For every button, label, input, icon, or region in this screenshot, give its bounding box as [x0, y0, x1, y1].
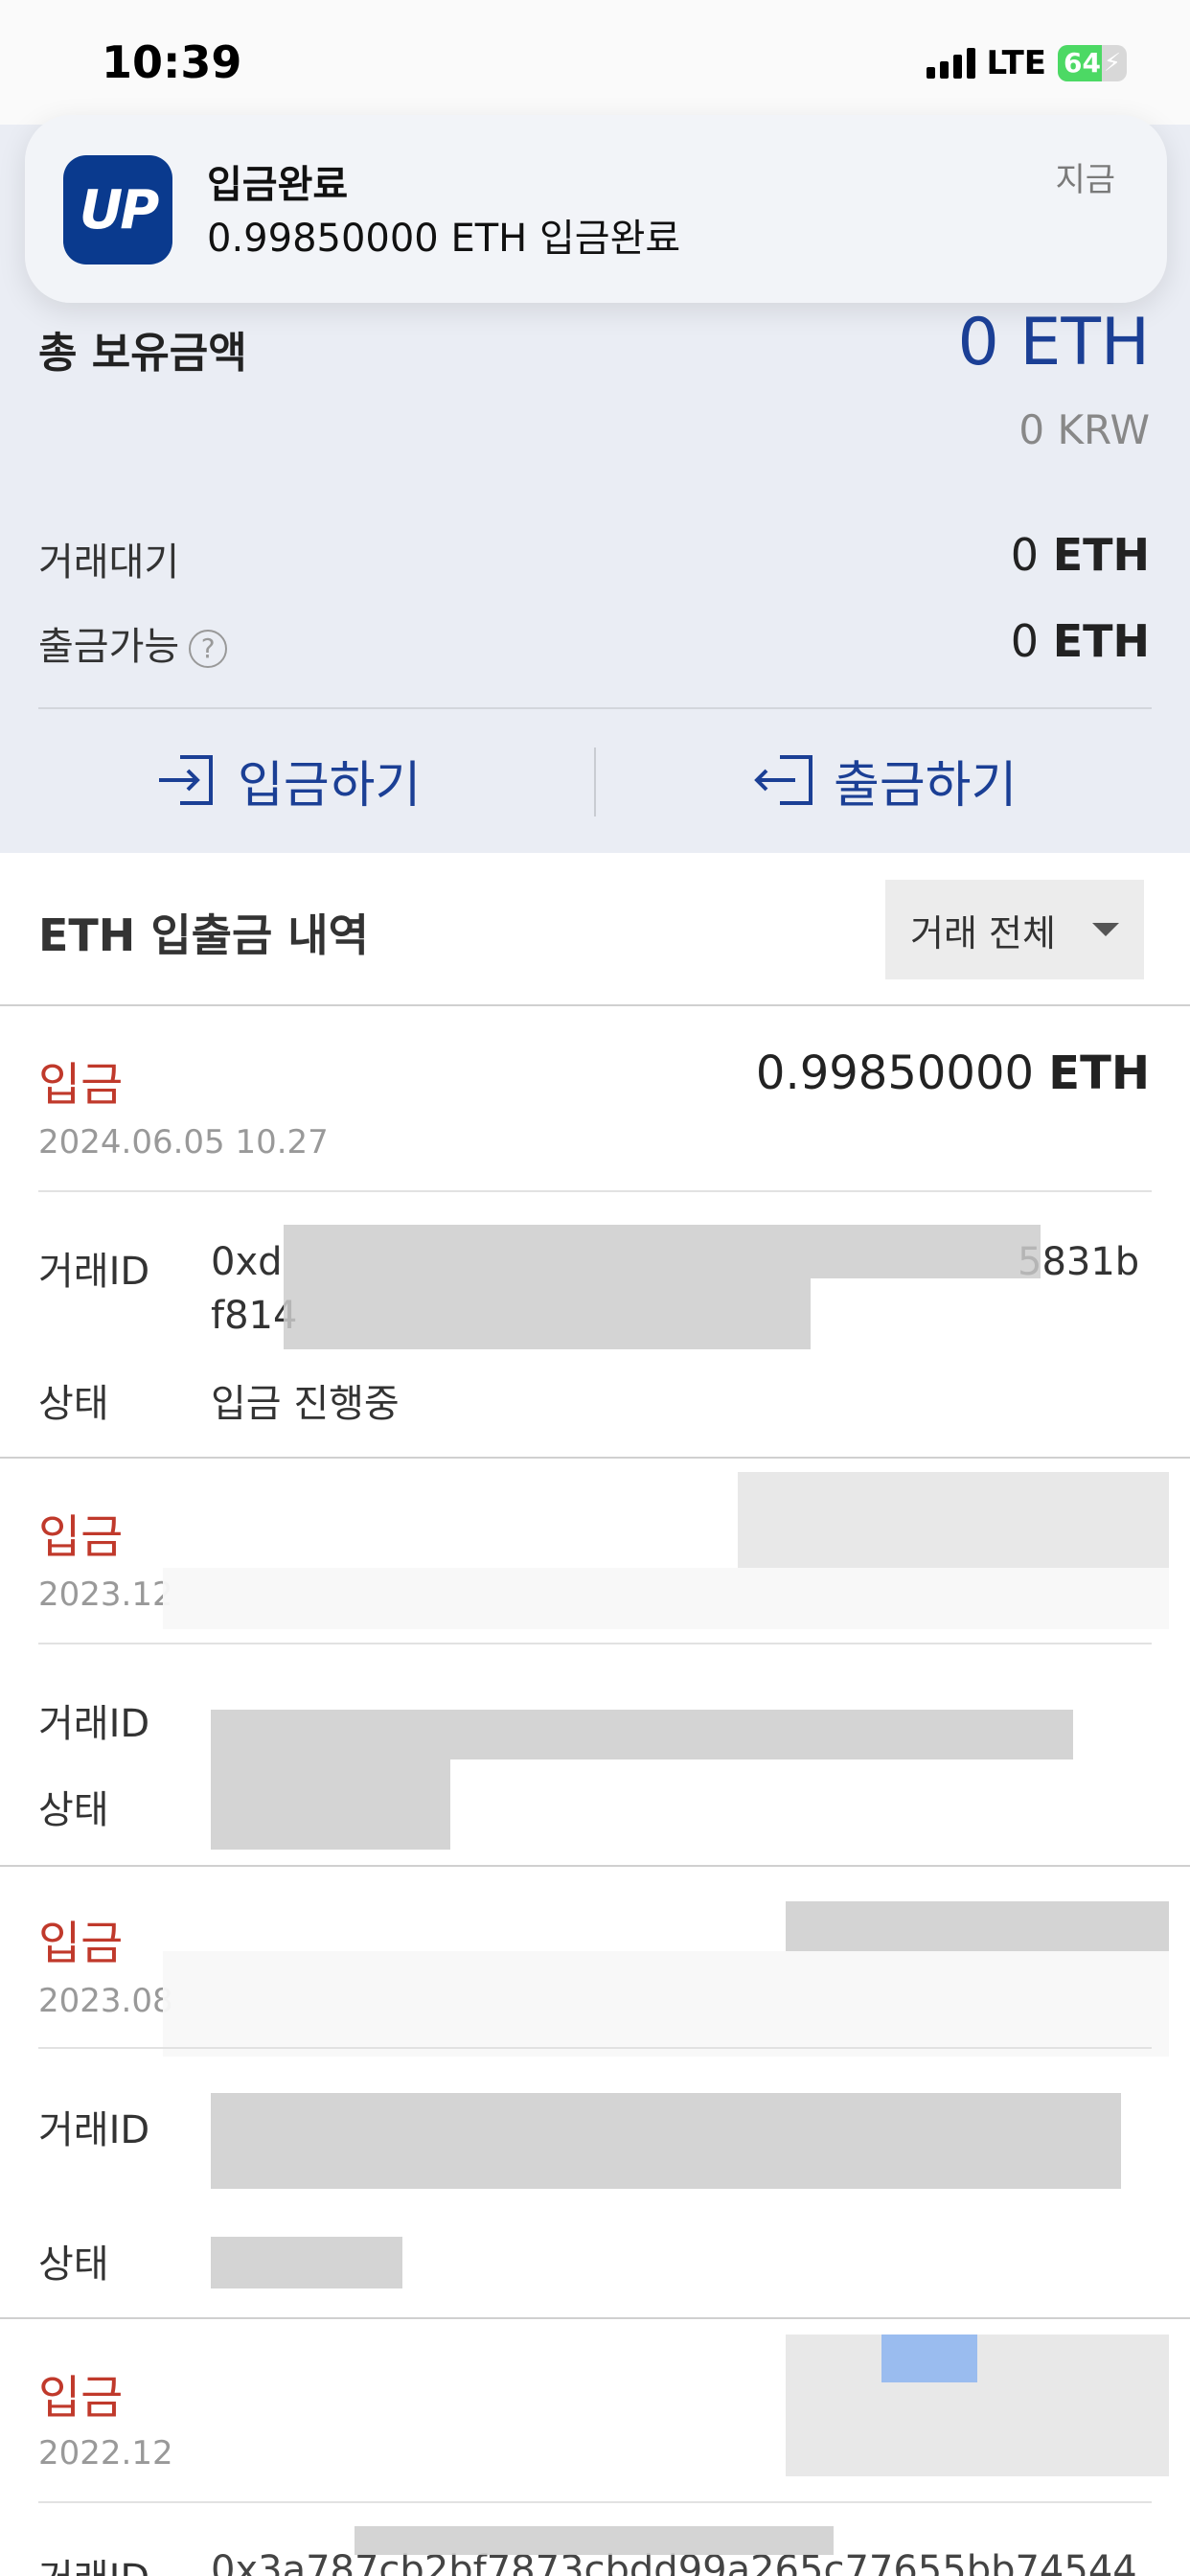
deposit-button[interactable]: 입금하기 — [155, 738, 421, 822]
upbit-app-icon: UP — [63, 155, 172, 264]
network-label: LTE — [986, 44, 1046, 82]
filter-label: 거래 전체 — [910, 911, 1056, 954]
list-item-divider — [0, 1865, 1190, 1867]
help-icon[interactable]: ? — [189, 630, 228, 668]
battery-percent: 64 — [1064, 47, 1101, 79]
tx-status-label: 상태 — [38, 2242, 109, 2287]
notification-banner[interactable]: UP 입금완료 0.99850000 ETH 입금완료 지금 — [25, 115, 1167, 303]
withdraw-button[interactable]: 출금하기 — [751, 738, 1017, 822]
summary-divider — [38, 707, 1152, 709]
redaction — [163, 1951, 1169, 2057]
tx-type: 입금 — [38, 1058, 124, 1112]
withdraw-label: 출금하기 — [834, 756, 1018, 815]
list-item-divider — [0, 1457, 1190, 1459]
status-bar: 10:39 LTE 64 ⚡ — [0, 0, 1190, 125]
history-header-divider — [0, 1004, 1190, 1006]
redaction — [211, 1710, 1073, 1760]
status-indicators: LTE 64 ⚡ — [926, 44, 1127, 82]
redaction — [284, 1278, 811, 1349]
withdrawable-value: 0 ETH — [1010, 615, 1150, 667]
tx-type: 입금 — [38, 1917, 124, 1970]
redaction — [786, 1901, 1169, 1951]
redaction — [284, 1225, 1041, 1278]
app-icon-text: UP — [79, 178, 159, 242]
tx-type: 입금 — [38, 2371, 124, 2425]
deposit-label: 입금하기 — [238, 756, 422, 815]
tx-date: 2024.06.05 10.27 — [38, 1123, 329, 1162]
withdraw-icon — [754, 755, 812, 805]
tx-date: 2023.08 — [38, 1982, 173, 2020]
history-title: ETH 입출금 내역 — [38, 909, 369, 961]
redaction — [211, 2237, 402, 2288]
signal-icon — [926, 48, 975, 79]
notification-time: 지금 — [1055, 161, 1115, 199]
tx-type: 입금 — [38, 1510, 124, 1564]
redaction — [211, 1760, 450, 1850]
list-item-divider — [0, 2317, 1190, 2319]
total-holdings-krw: 0 KRW — [1018, 406, 1150, 453]
tx-id-label: 거래ID — [38, 2547, 149, 2576]
redaction — [738, 1472, 1169, 1568]
tx-date: 2022.12 — [38, 2434, 173, 2472]
redaction — [163, 1568, 1169, 1629]
tx-id-label: 거래ID — [38, 2108, 150, 2152]
charging-bolt-icon: ⚡ — [1103, 49, 1121, 78]
withdrawable-row: 출금가능? — [38, 615, 228, 671]
tx-id-label: 거래ID — [38, 1250, 150, 1294]
pending-value: 0 ETH — [1010, 529, 1150, 581]
withdrawable-label: 출금가능 — [38, 625, 180, 669]
redaction — [881, 2334, 977, 2382]
tx-id-prefix[interactable]: 0xd — [211, 1240, 283, 1284]
deposit-icon — [159, 755, 213, 805]
tx-amount: 0.99850000 ETH — [755, 1046, 1150, 1100]
tx-id-label: 거래ID — [38, 1702, 150, 1746]
total-holdings-label: 총 보유금액 — [38, 329, 247, 378]
tx-divider — [38, 2047, 1152, 2049]
battery-icon: 64 ⚡ — [1058, 45, 1127, 81]
tx-status: 입금 진행중 — [211, 1382, 400, 1426]
redaction — [355, 2526, 834, 2555]
pending-label: 거래대기 — [38, 540, 180, 585]
tx-divider — [38, 1643, 1152, 1644]
tx-status-label: 상태 — [38, 1382, 109, 1426]
total-holdings-eth: 0 ETH — [957, 305, 1150, 380]
chevron-down-icon — [1092, 923, 1119, 936]
status-time: 10:39 — [102, 36, 242, 88]
tx-divider — [38, 2501, 1152, 2503]
redaction — [211, 2093, 1121, 2189]
tx-status-label: 상태 — [38, 1788, 109, 1832]
tx-date: 2023.12 — [38, 1576, 173, 1614]
redaction — [786, 2334, 1169, 2476]
history-filter-dropdown[interactable]: 거래 전체 — [885, 880, 1144, 979]
tx-divider — [38, 1190, 1152, 1192]
notification-body: 0.99850000 ETH 입금완료 — [207, 217, 681, 261]
notification-title: 입금완료 — [207, 163, 349, 207]
action-separator — [594, 748, 596, 816]
